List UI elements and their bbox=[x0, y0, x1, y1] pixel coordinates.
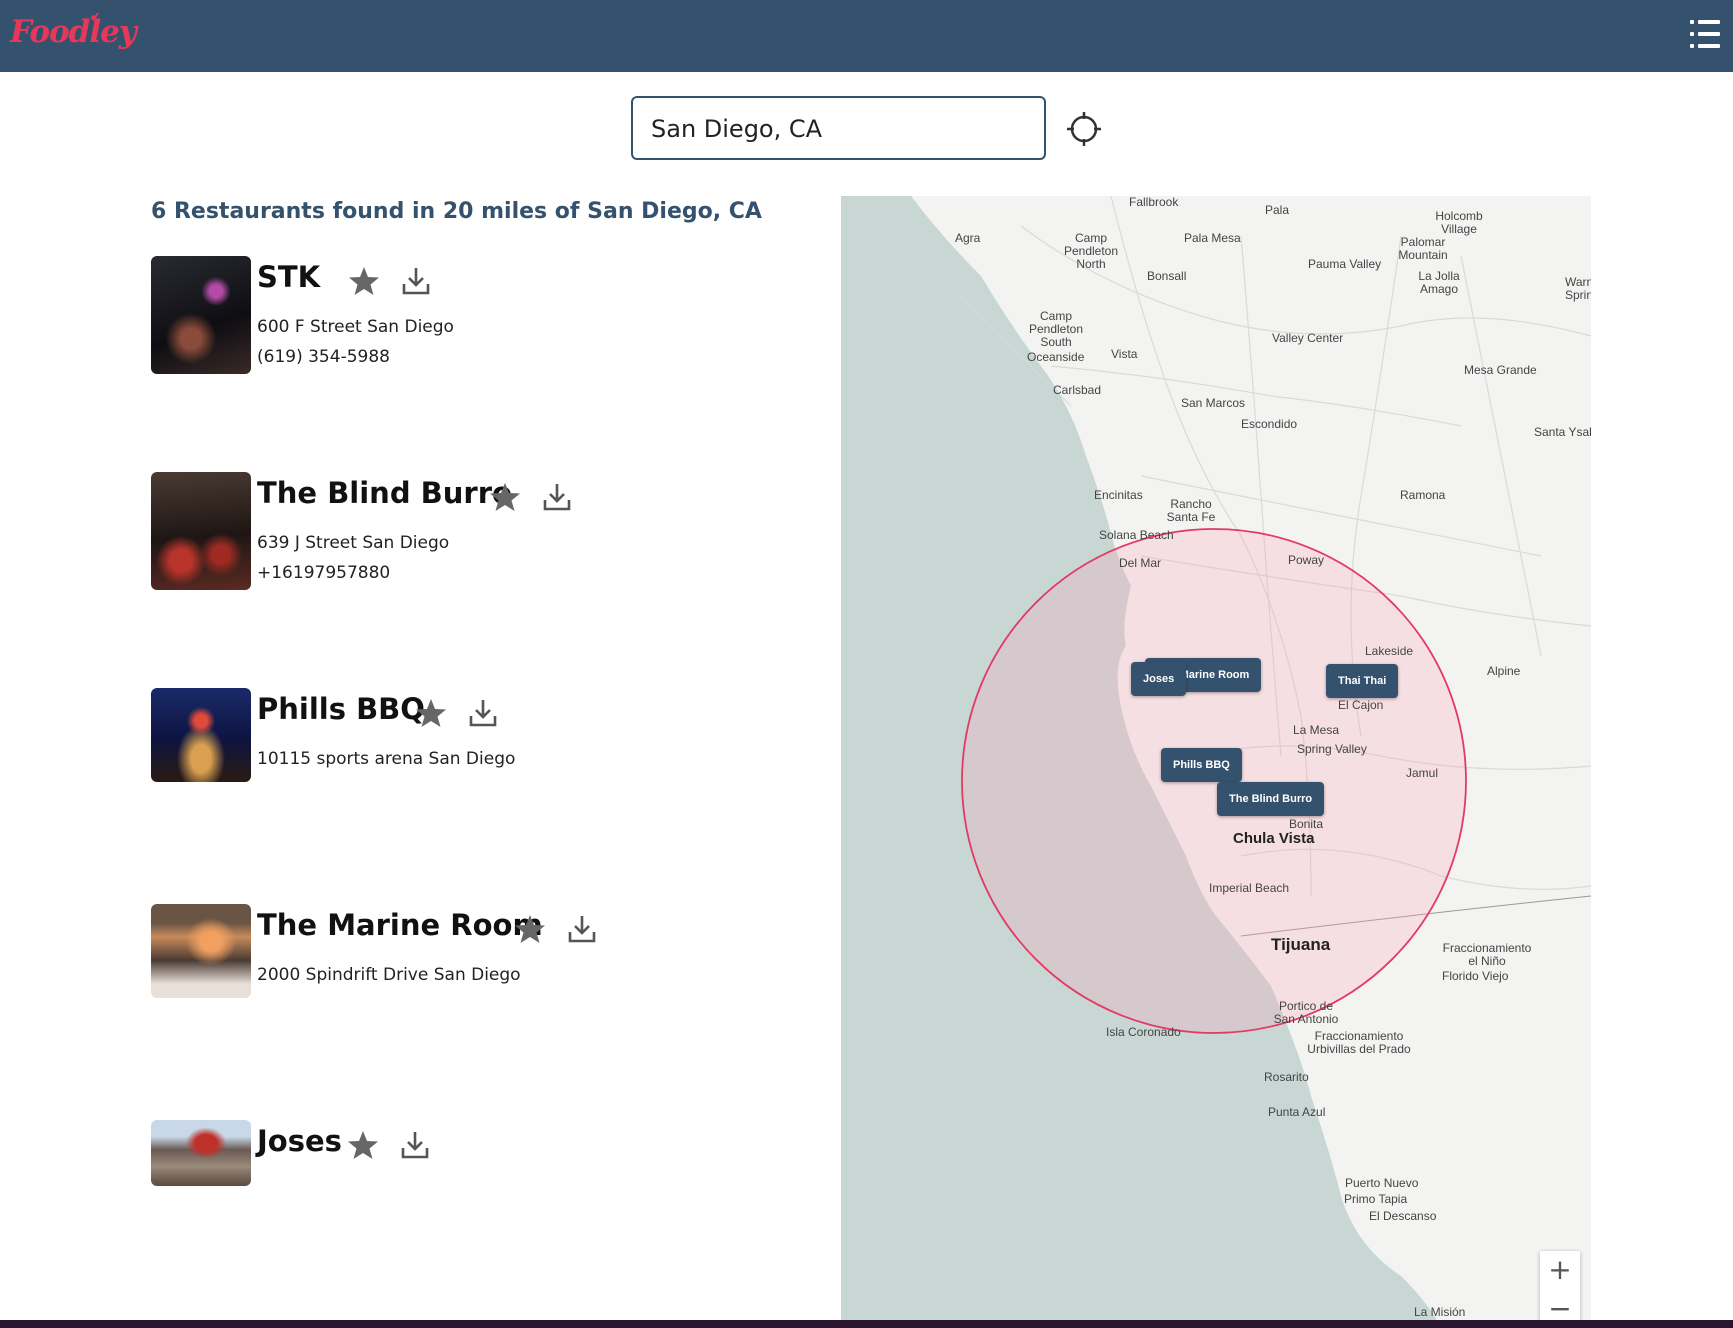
map-marker[interactable]: Thai Thai bbox=[1326, 664, 1399, 698]
place-label: Santa Ysabel bbox=[1534, 425, 1591, 439]
hamburger-list-icon[interactable] bbox=[1690, 20, 1720, 48]
download-icon[interactable] bbox=[540, 480, 574, 514]
bottom-edge-strip bbox=[0, 1320, 1733, 1328]
place-label: Primo Tapia bbox=[1344, 1192, 1408, 1206]
star-icon[interactable] bbox=[488, 480, 522, 514]
place-label: Oceanside bbox=[1027, 350, 1085, 364]
restaurant-card: STK 600 F Street San Diego (619) 354-598… bbox=[151, 256, 751, 376]
restaurant-name[interactable]: Phills BBQ bbox=[257, 692, 425, 726]
place-label: Camp Pendleton North bbox=[1063, 231, 1119, 271]
place-label: Rancho Santa Fe bbox=[1166, 497, 1216, 524]
foodley-logo[interactable]: Foodley bbox=[10, 14, 137, 50]
location-search-input[interactable] bbox=[651, 110, 1021, 148]
place-label: Pala bbox=[1265, 203, 1290, 217]
place-label: Escondido bbox=[1241, 417, 1298, 431]
map-marker[interactable]: Joses bbox=[1131, 662, 1187, 696]
place-label: Fallbrook bbox=[1129, 196, 1179, 209]
restaurant-phone: +16197957880 bbox=[257, 563, 391, 583]
restaurant-phone: (619) 354-5988 bbox=[257, 347, 390, 367]
map-view[interactable]: Fallbrook Pala Holcomb Village Agra Camp… bbox=[841, 196, 1591, 1328]
place-label: Fraccionamiento Urbivillas del Prado bbox=[1307, 1029, 1411, 1056]
place-label: Ramona bbox=[1400, 488, 1446, 502]
restaurant-photo[interactable] bbox=[151, 256, 251, 374]
restaurant-address: 639 J Street San Diego bbox=[257, 533, 450, 553]
star-icon[interactable] bbox=[513, 912, 547, 946]
star-icon[interactable] bbox=[414, 696, 448, 730]
download-icon[interactable] bbox=[466, 696, 500, 730]
place-label: Tijuana bbox=[1271, 935, 1331, 954]
restaurant-card: The Blind Burro 639 J Street San Diego +… bbox=[151, 472, 751, 592]
restaurant-photo[interactable] bbox=[151, 688, 251, 782]
map-marker[interactable]: The Blind Burro bbox=[1217, 782, 1325, 816]
place-label: La Mesa bbox=[1293, 723, 1340, 737]
place-label: Pauma Valley bbox=[1308, 257, 1382, 271]
restaurant-address: 2000 Spindrift Drive San Diego bbox=[257, 965, 521, 985]
restaurant-photo[interactable] bbox=[151, 1120, 251, 1186]
place-label: Camp Pendleton South bbox=[1028, 309, 1084, 349]
restaurant-address: 600 F Street San Diego bbox=[257, 317, 454, 337]
place-label: Rosarito bbox=[1264, 1070, 1309, 1084]
place-label: Spring Valley bbox=[1297, 742, 1367, 756]
place-label: Pala Mesa bbox=[1184, 231, 1241, 245]
place-label: Lakeside bbox=[1365, 644, 1414, 658]
place-label: Punta Azul bbox=[1268, 1105, 1326, 1119]
place-label: Jamul bbox=[1406, 766, 1439, 780]
restaurant-name[interactable]: The Marine Room bbox=[257, 908, 543, 942]
star-icon[interactable] bbox=[347, 264, 381, 298]
place-label: Puerto Nuevo bbox=[1345, 1176, 1419, 1190]
place-label: San Marcos bbox=[1181, 396, 1246, 410]
restaurant-address: 10115 sports arena San Diego bbox=[257, 749, 516, 769]
restaurant-name[interactable]: Joses bbox=[257, 1124, 342, 1158]
restaurant-photo[interactable] bbox=[151, 472, 251, 590]
place-label: Valley Center bbox=[1272, 331, 1344, 345]
place-label: La Jolla Amago bbox=[1418, 269, 1460, 296]
place-label: Palomar Mountain bbox=[1398, 235, 1448, 262]
restaurant-photo[interactable] bbox=[151, 904, 251, 998]
place-label: Bonsall bbox=[1147, 269, 1187, 283]
place-label: El Descanso bbox=[1369, 1209, 1437, 1223]
place-label: Holcomb Village bbox=[1435, 209, 1483, 236]
place-label: Portico de San Antonio bbox=[1273, 999, 1339, 1026]
place-label: Del Mar bbox=[1119, 556, 1162, 570]
restaurant-card: The Marine Room 2000 Spindrift Drive San… bbox=[151, 904, 751, 1000]
map-marker[interactable]: Phills BBQ bbox=[1161, 748, 1242, 782]
star-icon[interactable] bbox=[346, 1128, 380, 1162]
place-label: Poway bbox=[1288, 553, 1325, 567]
restaurant-card: Joses bbox=[151, 1120, 751, 1188]
place-label: El Cajon bbox=[1338, 698, 1384, 712]
place-label: Warner Springs bbox=[1565, 275, 1591, 302]
place-label: Agra bbox=[955, 231, 981, 245]
place-label: La Misión bbox=[1414, 1305, 1466, 1319]
place-label: Solana Beach bbox=[1099, 528, 1174, 542]
map-zoom-control: + − bbox=[1540, 1251, 1580, 1328]
zoom-in-button[interactable]: + bbox=[1540, 1251, 1580, 1289]
place-label: Isla Coronado bbox=[1106, 1025, 1181, 1039]
logo-leaf-icon bbox=[91, 12, 99, 19]
top-navigation-bar: Foodley bbox=[0, 0, 1733, 72]
restaurant-name[interactable]: STK bbox=[257, 260, 320, 294]
download-icon[interactable] bbox=[399, 264, 433, 298]
location-search-box bbox=[631, 96, 1046, 160]
place-label: Carlsbad bbox=[1053, 383, 1102, 397]
place-label: Fraccionamiento el Niño bbox=[1442, 941, 1532, 968]
place-label: Alpine bbox=[1487, 664, 1521, 678]
place-label: Florido Viejo bbox=[1442, 969, 1509, 983]
results-count-title: 6 Restaurants found in 20 miles of San D… bbox=[151, 199, 762, 224]
place-label: Vista bbox=[1111, 347, 1138, 361]
place-label: Encinitas bbox=[1094, 488, 1143, 502]
place-label: Imperial Beach bbox=[1209, 881, 1290, 895]
restaurant-card: Phills BBQ 10115 sports arena San Diego bbox=[151, 688, 751, 784]
restaurant-name[interactable]: The Blind Burro bbox=[257, 476, 512, 510]
crosshair-locate-icon[interactable] bbox=[1065, 110, 1103, 148]
download-icon[interactable] bbox=[565, 912, 599, 946]
download-icon[interactable] bbox=[398, 1128, 432, 1162]
place-label: Mesa Grande bbox=[1464, 363, 1537, 377]
place-label: Chula Vista bbox=[1233, 830, 1315, 847]
